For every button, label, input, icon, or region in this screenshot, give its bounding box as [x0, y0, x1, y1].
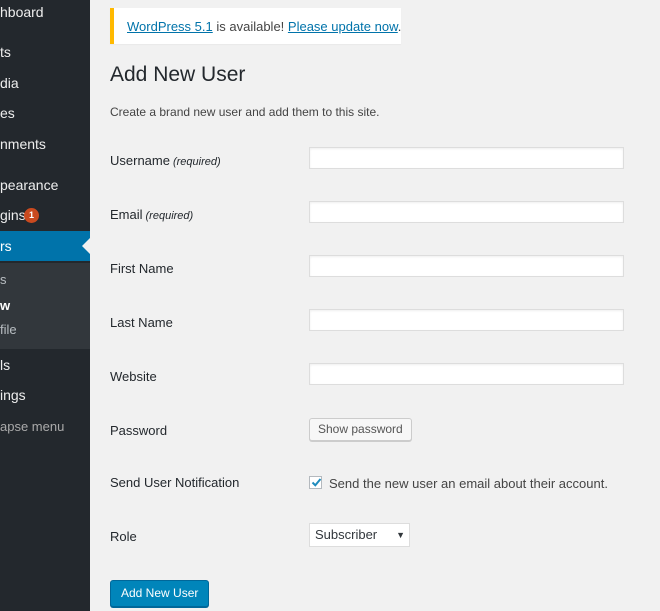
submenu-all-users[interactable]: s [0, 268, 90, 292]
first-name-input[interactable] [309, 255, 624, 277]
submenu-your-profile[interactable]: file [0, 318, 90, 342]
update-notice: WordPress 5.1 is available! Please updat… [110, 8, 401, 44]
website-input[interactable] [309, 363, 624, 385]
last-name-input[interactable] [309, 309, 624, 331]
last-name-label: Last Name [110, 315, 173, 330]
website-label: Website [110, 369, 157, 384]
update-notice-text: WordPress 5.1 is available! Please updat… [127, 19, 402, 34]
email-label: Email (required) [110, 207, 194, 222]
update-now-link[interactable]: Please update now [288, 19, 398, 34]
show-password-button[interactable]: Show password [309, 418, 412, 441]
menu-settings[interactable]: ings [0, 380, 90, 410]
menu-tools[interactable]: ls [0, 350, 90, 380]
notification-label: Send User Notification [110, 475, 240, 490]
collapse-menu-button[interactable]: apse menu [0, 412, 90, 442]
menu-users[interactable]: rs [0, 231, 90, 261]
menu-plugins[interactable]: gins 1 [0, 200, 90, 230]
menu-dashboard[interactable]: hboard [0, 0, 90, 27]
current-menu-arrow-icon [82, 238, 90, 254]
menu-appearance[interactable]: pearance [0, 170, 90, 200]
submenu-add-new[interactable]: w [0, 294, 90, 318]
role-select[interactable]: Subscriber ▼ [309, 523, 410, 547]
checkmark-icon [311, 478, 322, 487]
plugin-update-badge: 1 [24, 208, 39, 223]
required-indicator: (required) [172, 156, 221, 168]
first-name-label: First Name [110, 261, 174, 276]
notification-checkbox-label[interactable]: Send the new user an email about their a… [329, 476, 608, 491]
required-indicator: (required) [145, 210, 194, 222]
add-new-user-button[interactable]: Add New User [110, 580, 210, 607]
users-submenu: s w file [0, 263, 90, 349]
email-input[interactable] [309, 201, 624, 223]
menu-comments[interactable]: nments [0, 129, 90, 159]
password-label: Password [110, 423, 168, 438]
menu-posts[interactable]: ts [0, 37, 90, 67]
username-input[interactable] [309, 147, 624, 169]
send-notification-checkbox[interactable] [309, 476, 322, 489]
username-label: Username (required) [110, 153, 221, 168]
menu-media[interactable]: dia [0, 68, 90, 98]
admin-sidebar: hboard ts dia es nments pearance gins 1 … [0, 0, 90, 611]
dropdown-arrow-icon: ▼ [396, 530, 405, 540]
menu-pages[interactable]: es [0, 98, 90, 128]
page-description: Create a brand new user and add them to … [110, 105, 380, 119]
wordpress-version-link[interactable]: WordPress 5.1 [127, 19, 213, 34]
page-title: Add New User [110, 63, 246, 86]
role-label: Role [110, 529, 137, 544]
